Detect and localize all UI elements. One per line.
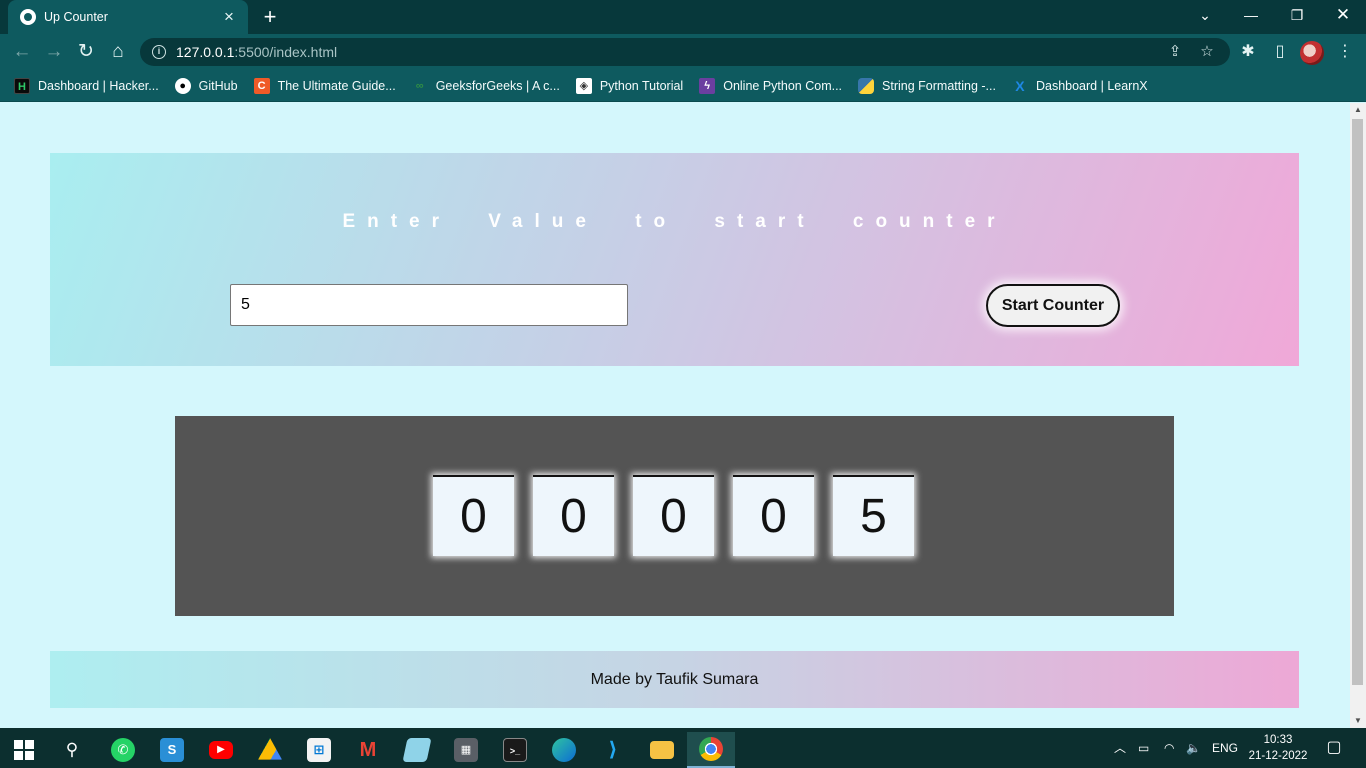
globe-icon xyxy=(20,9,36,25)
windows-taskbar: ⚲ ✆ S ▶ ⊞ M ▦ >_ ⟩ ︿ ▭ ◠ 🔈 ENG 10:33 21-… xyxy=(0,728,1366,768)
wifi-icon[interactable]: ◠ xyxy=(1164,728,1174,768)
start-counter-button[interactable]: Start Counter xyxy=(986,284,1120,327)
bookmark-star-icon[interactable]: ☆ xyxy=(1196,38,1218,66)
tab-search-chevron-icon[interactable]: ⌄ xyxy=(1182,0,1228,30)
python-icon xyxy=(858,77,875,94)
github-icon: ● xyxy=(174,77,191,94)
page-viewport: Enter Value to start counter Start Count… xyxy=(0,103,1350,728)
minimize-icon[interactable]: — xyxy=(1228,0,1274,30)
bookmark-item[interactable]: String Formatting -... xyxy=(858,77,996,94)
notepad-icon[interactable] xyxy=(393,732,441,768)
tab-close-icon[interactable]: × xyxy=(220,8,238,26)
site-info-icon[interactable]: i xyxy=(152,45,166,59)
digit-row: 0 0 0 0 5 xyxy=(433,475,914,556)
learnx-icon: X xyxy=(1015,77,1025,94)
microsoft-store-icon[interactable]: ⊞ xyxy=(295,732,343,768)
digit-cell: 5 xyxy=(833,475,914,556)
new-tab-icon[interactable]: + xyxy=(258,4,282,30)
search-icon[interactable]: ⚲ xyxy=(48,732,96,768)
profile-avatar[interactable] xyxy=(1300,41,1324,65)
youtube-icon[interactable]: ▶ xyxy=(197,732,245,768)
extensions-puzzle-icon[interactable]: ✱ xyxy=(1236,40,1260,64)
bookmark-label: Python Tutorial xyxy=(599,78,684,93)
vscode-icon[interactable]: ⟩ xyxy=(589,732,637,768)
scrollbar-thumb[interactable] xyxy=(1352,119,1363,685)
bookmark-item[interactable]: ϟ Online Python Com... xyxy=(699,77,843,94)
bookmark-label: String Formatting -... xyxy=(882,78,996,93)
bookmark-label: The Ultimate Guide... xyxy=(277,78,396,93)
address-bar[interactable]: i 127.0.0.1:5500/index.html ⇪ ☆ xyxy=(140,38,1230,66)
geeksforgeeks-icon: ∞ xyxy=(415,79,424,92)
digit-cell: 0 xyxy=(633,475,714,556)
edge-icon[interactable] xyxy=(540,732,588,768)
close-window-icon[interactable]: ✕ xyxy=(1320,0,1366,30)
url-path: :5500/index.html xyxy=(234,44,338,60)
bookmark-item[interactable]: ∞ GeeksforGeeks | A c... xyxy=(412,78,560,94)
bookmark-item[interactable]: C The Ultimate Guide... xyxy=(253,77,396,94)
file-explorer-icon[interactable] xyxy=(638,732,686,768)
battery-icon[interactable]: ▭ xyxy=(1138,728,1149,768)
simplenote-icon[interactable]: S xyxy=(148,732,196,768)
hero-section: Enter Value to start counter Start Count… xyxy=(50,153,1299,366)
start-icon[interactable] xyxy=(0,732,48,768)
bookmark-label: GeeksforGeeks | A c... xyxy=(435,78,560,93)
bookmark-label: Dashboard | LearnX xyxy=(1035,78,1148,93)
browser-toolbar: ← → ↻ ⌂ i 127.0.0.1:5500/index.html ⇪ ☆ … xyxy=(0,34,1366,70)
volume-muted-icon[interactable]: 🔈 xyxy=(1186,728,1201,768)
bookmark-label: GitHub xyxy=(198,78,238,93)
url-host: 127.0.0.1 xyxy=(176,44,235,60)
back-arrow-icon[interactable]: ← xyxy=(10,40,34,64)
forward-arrow-icon[interactable]: → xyxy=(42,40,66,64)
bookmark-label: Online Python Com... xyxy=(723,78,843,93)
bookmark-item[interactable]: ● GitHub xyxy=(174,77,238,94)
windows-logo xyxy=(14,740,34,760)
home-icon[interactable]: ⌂ xyxy=(106,40,130,64)
share-icon[interactable]: ⇪ xyxy=(1164,38,1186,66)
digit-cell: 0 xyxy=(433,475,514,556)
hackerrank-icon: H xyxy=(14,77,30,94)
language-indicator[interactable]: ENG xyxy=(1212,728,1238,768)
scroll-up-arrow-icon[interactable]: ▲ xyxy=(1350,103,1366,117)
bookmark-item[interactable]: H Dashboard | Hacker... xyxy=(14,77,159,94)
browser-tab[interactable]: Up Counter × xyxy=(8,0,248,34)
calculator-icon[interactable]: ▦ xyxy=(442,732,490,768)
scroll-down-arrow-icon[interactable]: ▼ xyxy=(1350,714,1366,728)
google-drive-icon[interactable] xyxy=(246,732,294,768)
show-hidden-icons-chevron-icon[interactable]: ︿ xyxy=(1114,728,1126,768)
clock-time: 10:33 xyxy=(1263,734,1293,746)
notifications-icon[interactable]: ▢ xyxy=(1322,728,1346,768)
vertical-scrollbar[interactable]: ▲ ▼ xyxy=(1350,103,1366,728)
bookmark-item[interactable]: X Dashboard | LearnX xyxy=(1012,77,1148,94)
reload-icon[interactable]: ↻ xyxy=(74,40,98,64)
counter-display-panel: 0 0 0 0 5 xyxy=(175,416,1174,616)
digit-cell: 0 xyxy=(733,475,814,556)
bookmark-label: Dashboard | Hacker... xyxy=(38,78,159,93)
browser-tab-strip: Up Counter × + ⌄ — ❐ ✕ xyxy=(0,0,1366,34)
menu-kebab-icon[interactable]: ⋮ xyxy=(1333,40,1357,64)
restore-icon[interactable]: ❐ xyxy=(1274,0,1320,30)
terminal-icon[interactable]: >_ xyxy=(491,732,539,768)
page-heading: Enter Value to start counter xyxy=(342,211,1007,232)
bookmarks-bar: H Dashboard | Hacker... ● GitHub C The U… xyxy=(0,70,1366,102)
clock-date: 21-12-2022 xyxy=(1248,750,1308,762)
footer-credit: Made by Taufik Sumara xyxy=(50,651,1299,708)
codecademy-icon: C xyxy=(253,77,270,94)
chrome-icon[interactable] xyxy=(687,732,735,768)
whatsapp-icon[interactable]: ✆ xyxy=(99,732,147,768)
python-tutorial-icon: ◈ xyxy=(575,77,592,94)
counter-value-input[interactable] xyxy=(230,284,628,326)
system-clock[interactable]: 10:33 21-12-2022 xyxy=(1246,732,1310,764)
tab-title: Up Counter xyxy=(44,10,108,24)
side-panel-icon[interactable]: ▯ xyxy=(1268,40,1292,64)
bookmark-item[interactable]: ◈ Python Tutorial xyxy=(575,77,684,94)
gmail-icon[interactable]: M xyxy=(344,732,392,768)
digit-cell: 0 xyxy=(533,475,614,556)
replit-icon: ϟ xyxy=(699,77,716,94)
